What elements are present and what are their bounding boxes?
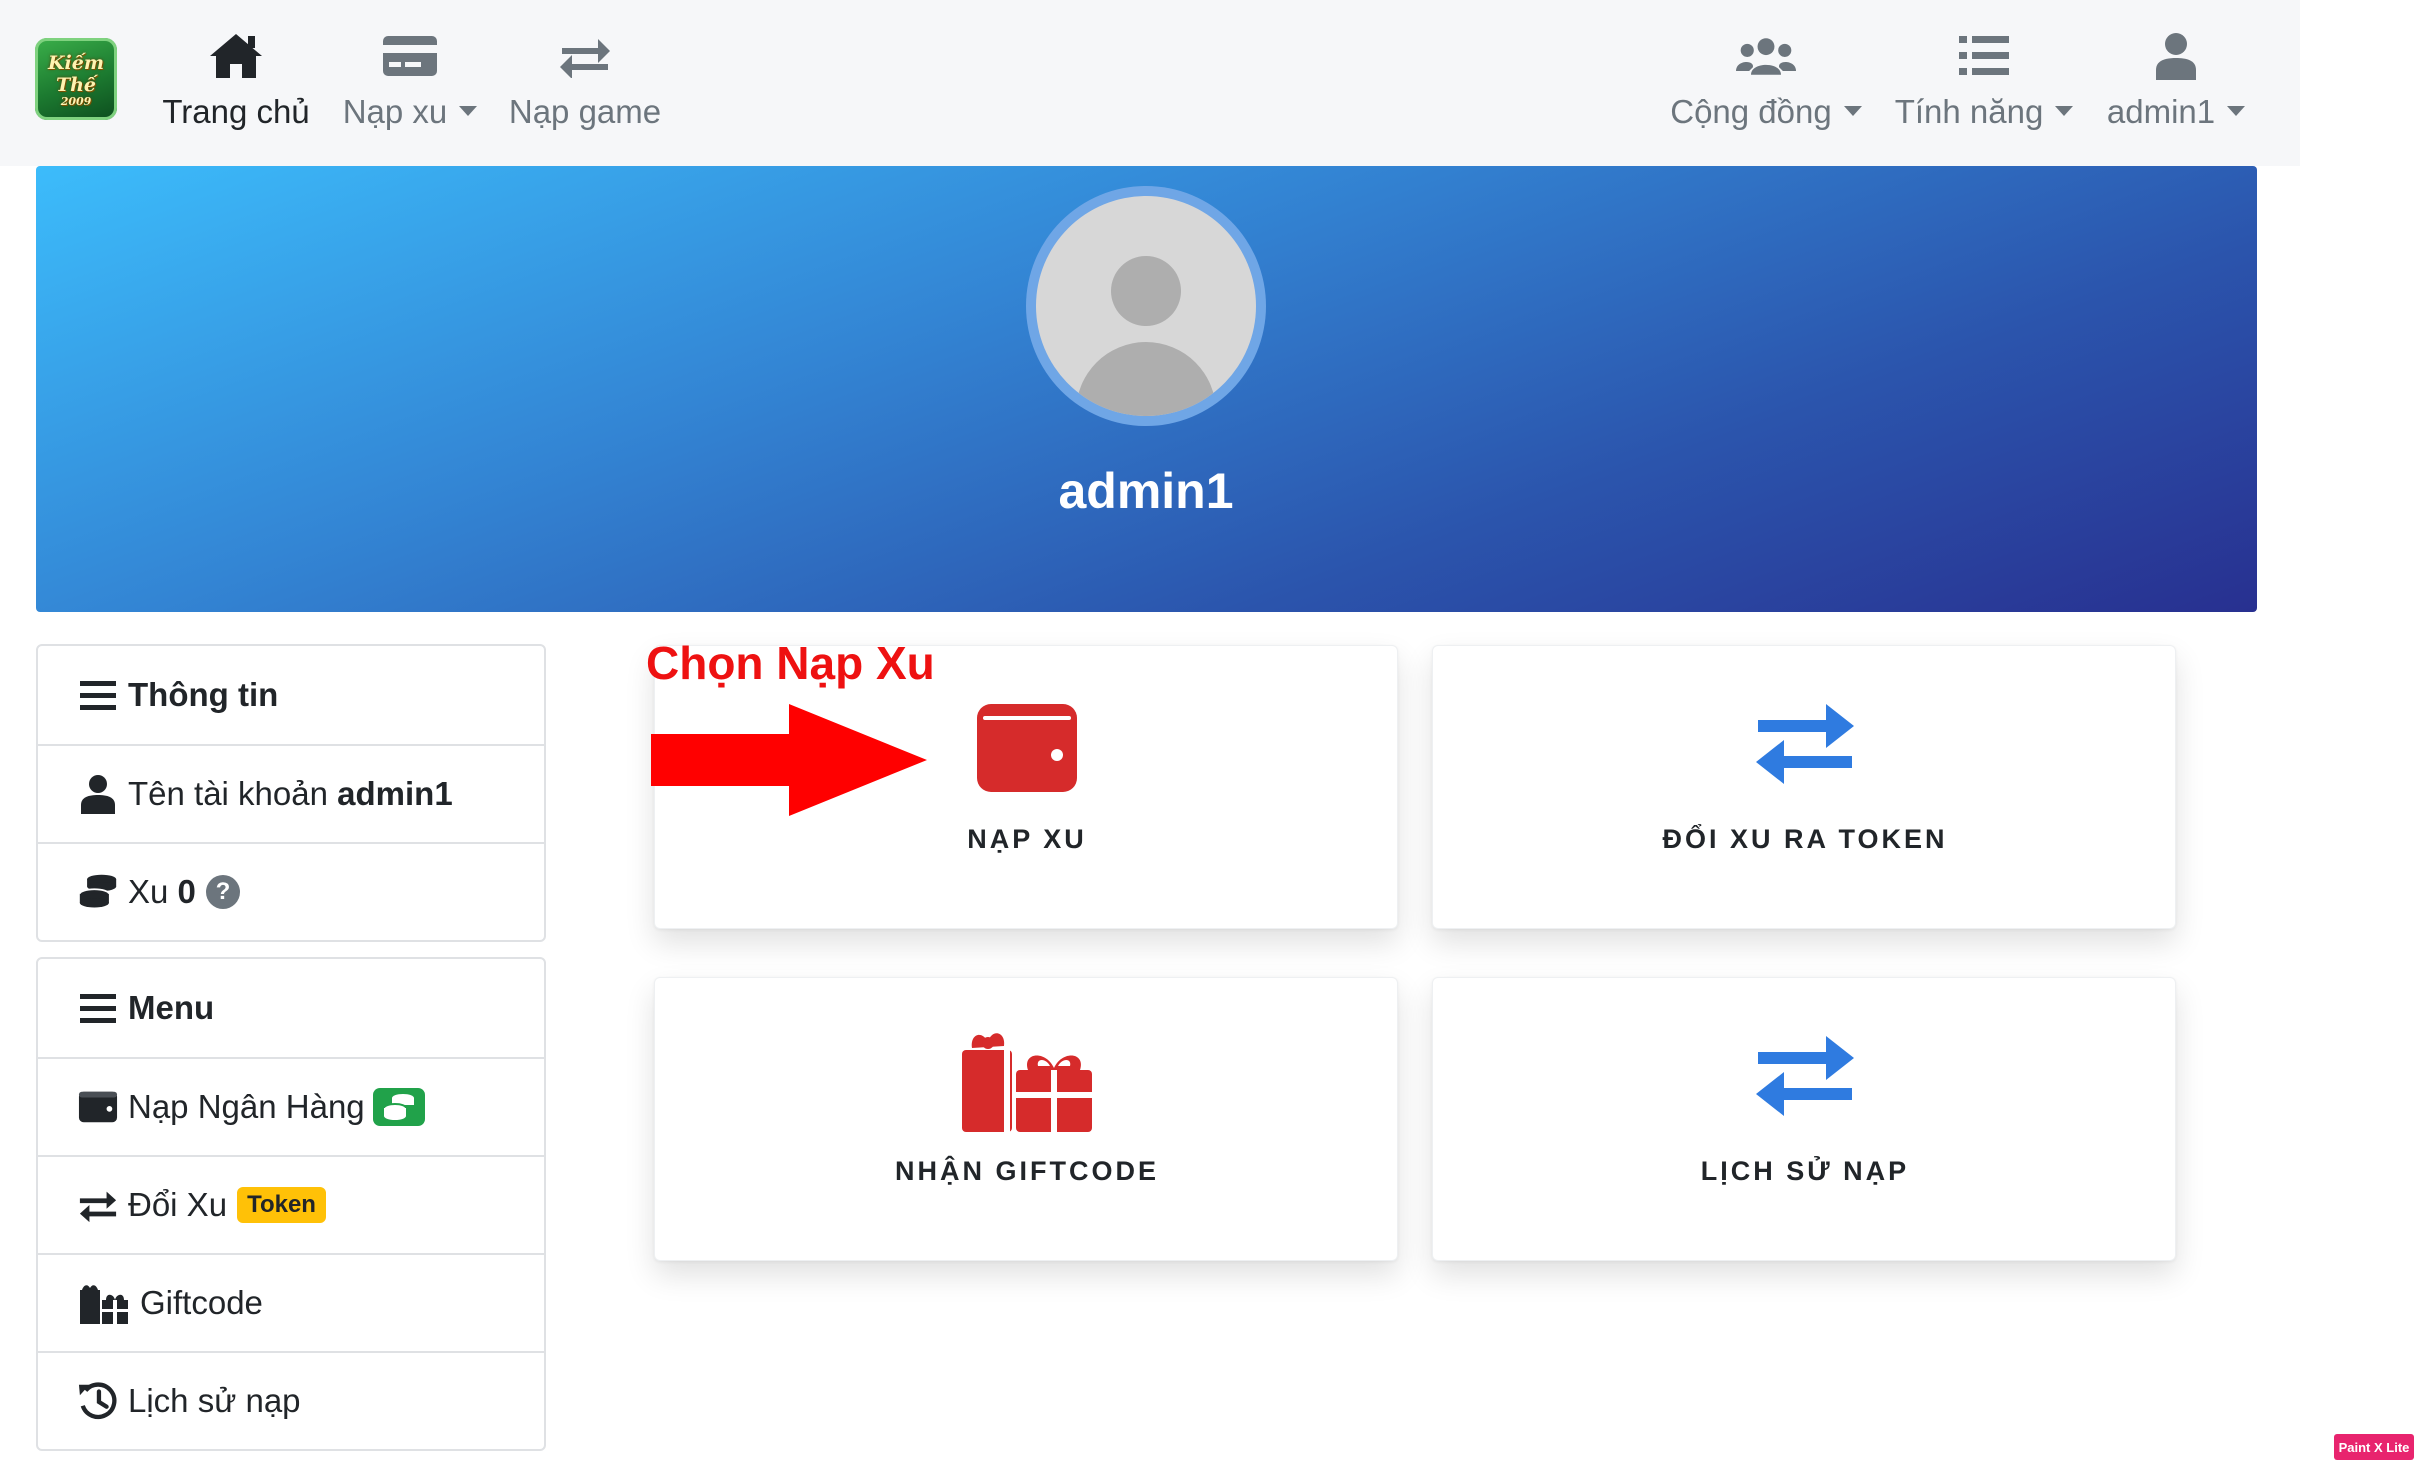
token-badge: Token [237,1187,326,1223]
question-circle-icon[interactable]: ? [205,875,240,909]
logo-line2: Thế [55,74,97,96]
menu-card-title: Menu [128,989,215,1026]
nav-features[interactable]: Tính năng [1892,26,2076,136]
arrow-right-icon [651,704,927,821]
annotation-text: Chọn Nạp Xu [646,637,935,689]
xu-row: Xu 0 ? [38,842,544,940]
nav-community-label: Cộng đồng [1670,93,1832,130]
nav-nap-xu[interactable]: Nạp xu [340,26,480,136]
logo-text: Kiếm Thế 2009 [35,52,117,108]
info-card-title: Thông tin [128,676,279,713]
bars-icon [78,675,118,715]
nav-home[interactable]: Trang chủ [162,26,310,136]
gifts-icon [78,1283,130,1324]
menu-item-lich-su-nap[interactable]: Lịch sử nạp [38,1351,544,1449]
watermark-badge: Paint X Lite [2334,1434,2414,1460]
chevron-down-icon [1843,106,1862,116]
menu-item-label: Nạp Ngân Hàng [128,1088,365,1125]
nav-user-menu[interactable]: admin1 [2102,26,2250,136]
nav-community[interactable]: Cộng đồng [1664,26,1868,136]
users-icon [1736,26,1796,86]
chevron-down-icon [459,106,478,116]
nav-nap-game-label: Nạp game [508,93,662,130]
account-value: admin1 [337,775,453,812]
menu-item-label: Đổi Xu [128,1186,228,1223]
tile-doi-xu-label: ĐỔI XU RA TOKEN [1662,824,1948,854]
tile-doi-xu-ra-token[interactable]: ĐỔI XU RA TOKEN [1432,645,2176,929]
money-badge-icon [372,1088,425,1126]
xu-value: 0 [177,873,196,910]
bars-icon [78,988,118,1028]
menu-card-header: Menu [38,959,544,1057]
nav-nap-game[interactable]: Nạp game [508,26,662,136]
menu-item-label: Giftcode [140,1284,263,1321]
nav-home-label: Trang chủ [162,93,310,130]
avatar [1026,186,1266,426]
exchange-icon [555,26,615,86]
menu-item-giftcode[interactable]: Giftcode [38,1253,544,1351]
list-icon [1954,26,2014,86]
wallet-icon [78,1087,118,1127]
tile-lich-su-label: LỊCH SỬ NẠP [1700,1156,1910,1186]
info-card-header: Thông tin [38,646,544,744]
exchange-icon [78,1185,118,1225]
logo-line3: 2009 [60,95,92,108]
credit-card-icon [380,26,440,86]
top-navbar: Kiếm Thế 2009 Trang chủ Nạp xu Nạp game … [0,0,2300,166]
nav-features-label: Tính năng [1894,93,2044,130]
logo-line1: Kiếm [48,52,104,74]
exchange-icon [1433,1034,2177,1144]
account-label: Tên tài khoản [128,775,328,812]
user-icon [78,774,118,814]
menu-item-doi-xu[interactable]: Đổi Xu Token [38,1155,544,1253]
tile-lich-su-nap[interactable]: LỊCH SỬ NẠP [1432,977,2176,1261]
nav-nap-xu-label: Nạp xu [342,93,448,130]
chevron-down-icon [2227,106,2246,116]
gifts-icon [655,1028,1399,1138]
info-card: Thông tin Tên tài khoản admin1 Xu 0 ? [36,644,546,942]
xu-label: Xu [128,873,169,910]
menu-item-nap-ngan-hang[interactable]: Nạp Ngân Hàng [38,1057,544,1155]
tile-nhan-giftcode[interactable]: NHẬN GIFTCODE [654,977,1398,1261]
menu-card: Menu Nạp Ngân Hàng Đổi Xu Token Giftcode… [36,957,546,1451]
banner-username: admin1 [1058,463,1234,519]
default-avatar-icon [1036,196,1256,416]
tile-nap-xu-label: NẠP XU [967,824,1087,854]
menu-item-label: Lịch sử nạp [128,1382,301,1419]
exchange-icon [1433,702,2177,812]
site-logo[interactable]: Kiếm Thế 2009 [35,38,117,120]
account-row: Tên tài khoản admin1 [38,744,544,842]
history-icon [78,1381,118,1421]
tile-giftcode-label: NHẬN GIFTCODE [895,1156,1159,1186]
chevron-down-icon [2055,106,2074,116]
user-icon [2146,26,2206,86]
coins-icon [78,872,118,912]
nav-user-label: admin1 [2106,93,2216,130]
home-icon [206,26,266,86]
